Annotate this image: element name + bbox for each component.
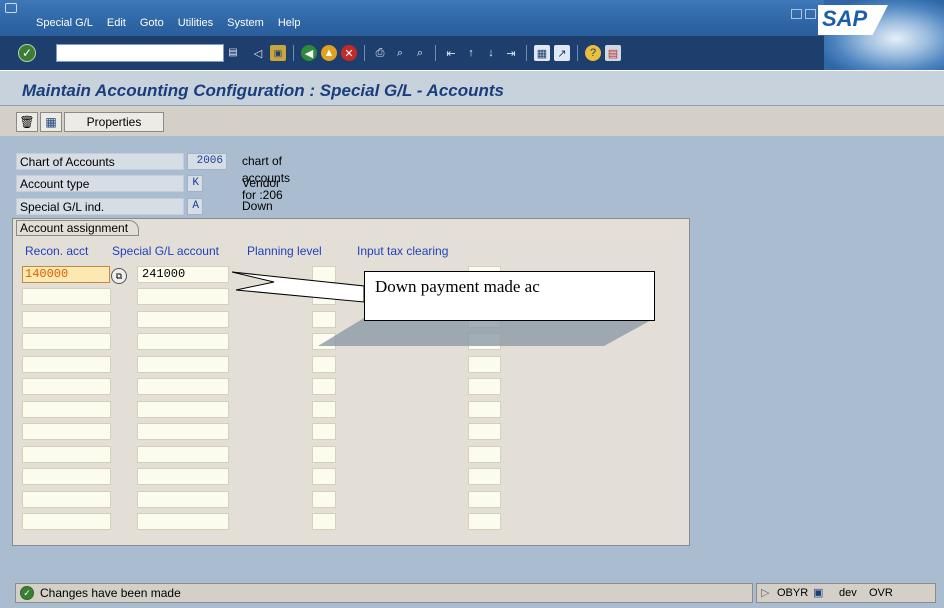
- insert-mode[interactable]: OVR: [869, 584, 893, 602]
- expand-status-icon[interactable]: ▷: [761, 584, 769, 602]
- callout-pointer: [231, 271, 365, 303]
- session-list-icon[interactable]: ▣: [813, 584, 823, 602]
- status-message: Changes have been made: [40, 586, 181, 600]
- system-id: dev: [839, 587, 857, 599]
- callout-shadow: [318, 318, 655, 346]
- status-bar: ✓ Changes have been made ▷ OBYR ▣ dev OV…: [0, 576, 944, 608]
- success-icon: ✓: [20, 586, 34, 600]
- transaction-code: OBYR: [777, 587, 809, 599]
- status-message-area[interactable]: ✓ Changes have been made: [15, 583, 753, 603]
- system-info-area: ▷ OBYR ▣ dev OVR: [756, 583, 936, 603]
- callout-box: Down payment made ac: [364, 271, 655, 321]
